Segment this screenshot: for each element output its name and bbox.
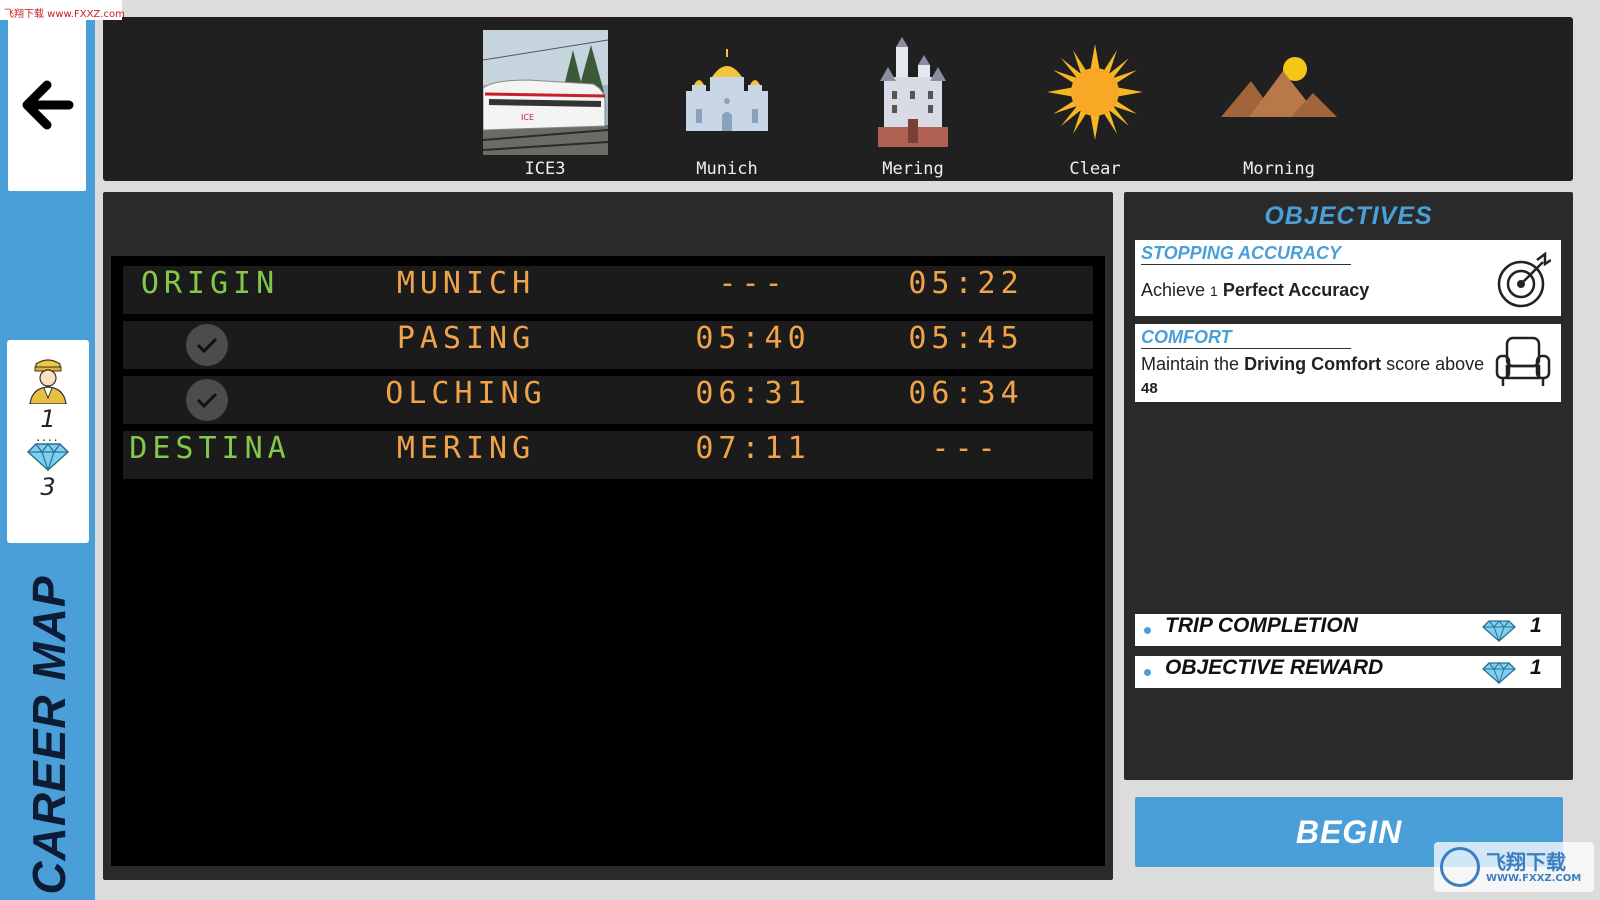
reward-count: 1	[1530, 614, 1542, 637]
route-origin-label: Munich	[696, 159, 758, 179]
timetable-row-destination: DESTINA MERING 07:11 ---	[123, 431, 1093, 479]
departure-board: ORIGIN MUNICH --- 05:22 PASING 05:40 05:…	[111, 256, 1105, 866]
gem-icon	[1482, 662, 1516, 685]
watermark-top: 飞翔下载 www.FXXZ.com	[0, 0, 125, 20]
station-name: OLCHING	[385, 376, 547, 411]
arrival-time: 07:11	[695, 431, 811, 466]
target-icon	[1497, 252, 1551, 308]
watermark-line1: 飞翔下载	[1486, 849, 1566, 874]
gem-icon	[1482, 620, 1516, 643]
reward-label: OBJECTIVE REWARD	[1165, 656, 1384, 679]
arrival-time: 05:40	[695, 321, 811, 356]
back-arrow-icon	[22, 80, 74, 129]
route-summary-panel: ICE ICE3 Munich Mering Clear Morning	[103, 17, 1573, 181]
driver-avatar-icon	[29, 359, 67, 404]
reward-row-trip: TRIP COMPLETION 1	[1135, 614, 1561, 646]
station-name: MUNICH	[396, 266, 536, 301]
timetable-row-origin: ORIGIN MUNICH --- 05:22	[123, 266, 1093, 314]
rank-gems: 3	[40, 473, 56, 501]
objectives-panel: OBJECTIVES STOPPING ACCURACY Achieve 1 P…	[1124, 192, 1573, 780]
timetable-panel: ORIGIN MUNICH --- 05:22 PASING 05:40 05:…	[103, 192, 1113, 880]
route-destination-label: Mering	[882, 159, 944, 179]
gem-icon	[26, 443, 70, 472]
route-train: ICE ICE3	[470, 17, 620, 181]
castle-icon	[851, 29, 976, 155]
stop-type: DESTINA	[129, 431, 291, 466]
objective-card-accuracy: STOPPING ACCURACY Achieve 1 Perfect Accu…	[1135, 240, 1561, 316]
sun-icon	[1033, 29, 1158, 155]
check-icon	[186, 379, 228, 421]
timetable-row-stop: PASING 05:40 05:45	[123, 321, 1093, 369]
watermark-circle-icon	[1440, 847, 1480, 887]
objective-title: COMFORT	[1141, 326, 1351, 349]
watermark-line2: WWW.FXXZ.COM	[1486, 872, 1582, 884]
watermark-logo: 飞翔下载 WWW.FXXZ.COM	[1434, 842, 1594, 892]
route-weather: Clear	[1020, 17, 1170, 181]
bullet-icon	[1144, 627, 1151, 634]
svg-text:ICE: ICE	[521, 113, 534, 122]
reward-row-objective: OBJECTIVE REWARD 1	[1135, 656, 1561, 688]
departure-time: 05:22	[908, 266, 1024, 301]
station-name: MERING	[396, 431, 536, 466]
train-photo: ICE	[482, 29, 608, 155]
departure-time: ---	[931, 431, 1001, 466]
station-name: PASING	[396, 321, 536, 356]
route-time-of-day: Morning	[1204, 17, 1354, 181]
rank-level: 1	[40, 405, 56, 433]
route-time-label: Morning	[1243, 159, 1315, 179]
cathedral-icon	[665, 29, 790, 155]
route-destination: Mering	[838, 17, 988, 181]
departure-time: 06:34	[908, 376, 1024, 411]
check-icon	[186, 324, 228, 366]
back-button[interactable]	[8, 18, 86, 191]
timetable-row-stop: OLCHING 06:31 06:34	[123, 376, 1093, 424]
departure-time: 05:45	[908, 321, 1024, 356]
objective-value: 48	[1141, 380, 1158, 397]
left-sidebar: 1 .... 3 CAREER MAP	[0, 0, 95, 900]
objective-title: STOPPING ACCURACY	[1141, 242, 1351, 265]
career-map-label[interactable]: CAREER MAP	[22, 575, 76, 894]
route-weather-label: Clear	[1069, 159, 1121, 179]
objective-description: Achieve 1 Perfect Accuracy	[1141, 280, 1370, 300]
objective-card-comfort: COMFORT Maintain the Driving Comfort sco…	[1135, 324, 1561, 402]
reward-label: TRIP COMPLETION	[1165, 614, 1358, 637]
stop-type: ORIGIN	[140, 266, 280, 301]
route-origin: Munich	[652, 17, 802, 181]
objective-description: Maintain the Driving Comfort score above	[1141, 354, 1485, 374]
objectives-title: OBJECTIVES	[1264, 202, 1433, 230]
bullet-icon	[1144, 669, 1151, 676]
arrival-time: ---	[718, 266, 788, 301]
route-train-label: ICE3	[524, 159, 566, 179]
arrival-time: 06:31	[695, 376, 811, 411]
armchair-icon	[1495, 336, 1551, 386]
rank-card: 1 .... 3	[7, 340, 89, 543]
rank-divider: ....	[36, 430, 60, 444]
mountain-sun-icon	[1217, 29, 1342, 155]
reward-count: 1	[1530, 656, 1542, 679]
